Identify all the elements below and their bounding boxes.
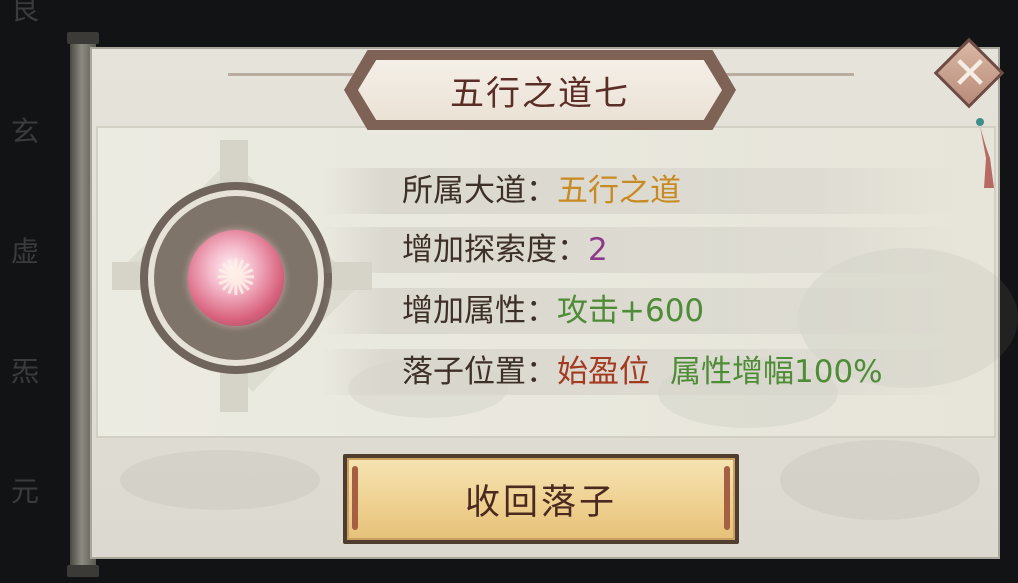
title-line-right [722,73,854,76]
orb-icon: ✺ [188,230,284,326]
title-line-left [228,73,358,76]
row-explore: 增加探索度：2 [322,227,962,273]
attr-value: 攻击+600 [557,293,705,329]
explore-value: 2 [588,232,608,268]
row-attr: 增加属性：攻击+600 [322,288,962,334]
close-x-icon: ✕ [951,48,989,99]
pos-value: 始盈位 [557,354,650,390]
dao-value: 五行之道 [557,173,681,209]
pos-bonus: 属性增幅100% [670,354,883,390]
row-dao: 所属大道：五行之道 [322,168,962,214]
row-position: 落子位置：始盈位 属性增幅100% [322,349,962,395]
attr-label: 增加属性： [402,293,557,329]
button-rod-left [352,466,358,530]
bg-char: 艮 [10,0,39,26]
pos-label: 落子位置： [402,354,557,390]
explore-label: 增加探索度： [402,232,588,268]
bg-char: 虚 [10,235,39,268]
bg-char: 元 [10,475,39,508]
tassel-icon [976,118,994,188]
bg-char: 玄 [10,115,39,148]
dialog-title: 五行之道七 [450,73,630,114]
recall-button-label: 收回落子 [464,482,617,523]
recall-button[interactable]: 收回落子 [347,458,735,540]
title-banner: 五行之道七 [358,60,722,120]
swirl-icon: ✺ [215,249,257,307]
button-rod-right [724,466,730,530]
bg-char: 炁 [10,355,39,388]
dao-label: 所属大道： [402,173,557,209]
cloud-decor [780,440,980,520]
close-button[interactable]: ✕ [933,37,1006,110]
cloud-decor [120,450,320,510]
